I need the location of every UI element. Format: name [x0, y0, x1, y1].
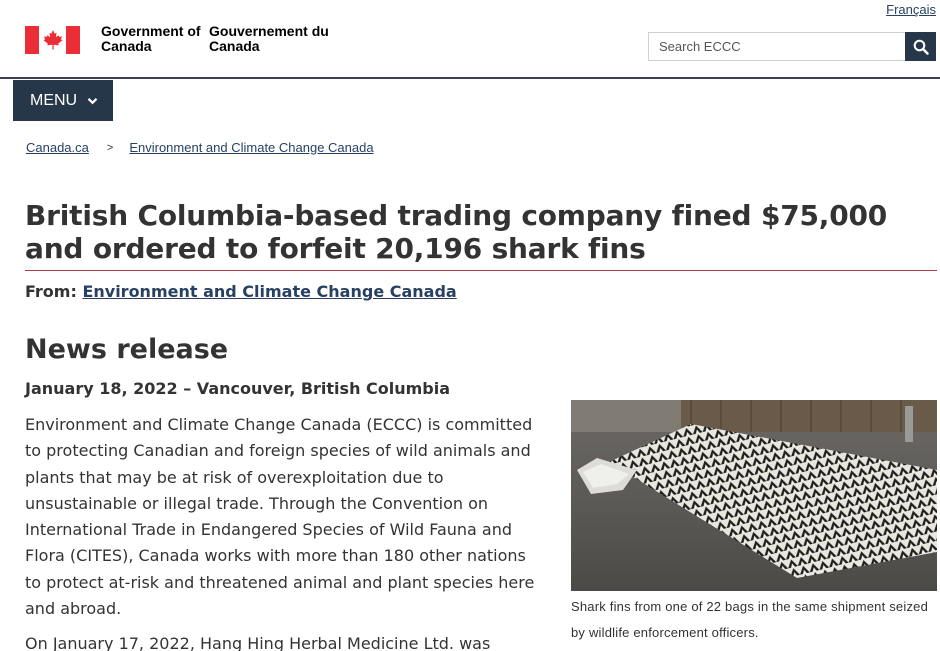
government-signature[interactable]: Government of Canada Gouvernement du Can… — [25, 24, 329, 54]
menu-button[interactable]: MENU — [13, 80, 113, 121]
language-toggle-link[interactable]: Français — [886, 2, 936, 17]
signature-french: Gouvernement du Canada — [209, 23, 329, 54]
shark-fins-photo — [571, 400, 937, 591]
breadcrumb: Canada.ca > Environment and Climate Chan… — [26, 140, 374, 155]
dateline: January 18, 2022 – Vancouver, British Co… — [25, 379, 451, 398]
signature-english: Government of Canada — [101, 23, 201, 54]
from-label: From: — [25, 282, 77, 301]
breadcrumb-link-canada[interactable]: Canada.ca — [26, 140, 89, 155]
breadcrumb-separator: > — [106, 141, 114, 154]
header-divider — [0, 77, 940, 79]
title-underline — [25, 270, 937, 271]
search-input[interactable] — [648, 32, 905, 61]
breadcrumb-link-eccc[interactable]: Environment and Climate Change Canada — [129, 140, 373, 155]
site-search — [648, 32, 936, 61]
page-title: British Columbia-based trading company f… — [25, 199, 888, 265]
news-figure: Shark fins from one of 22 bags in the sa… — [571, 400, 937, 646]
canada-flag-icon — [25, 26, 80, 54]
search-icon — [913, 39, 929, 55]
figure-caption: Shark fins from one of 22 bags in the sa… — [571, 599, 929, 640]
chevron-down-icon — [87, 97, 98, 105]
from-line: From: Environment and Climate Change Can… — [25, 282, 457, 301]
search-button[interactable] — [905, 32, 936, 61]
from-department-link[interactable]: Environment and Climate Change Canada — [82, 282, 456, 301]
menu-label: MENU — [30, 91, 78, 109]
body-paragraph: On January 17, 2022, Hang Hing Herbal Me… — [25, 634, 491, 651]
body-paragraph: Environment and Climate Change Canada (E… — [25, 415, 535, 619]
section-heading: News release — [25, 334, 229, 365]
